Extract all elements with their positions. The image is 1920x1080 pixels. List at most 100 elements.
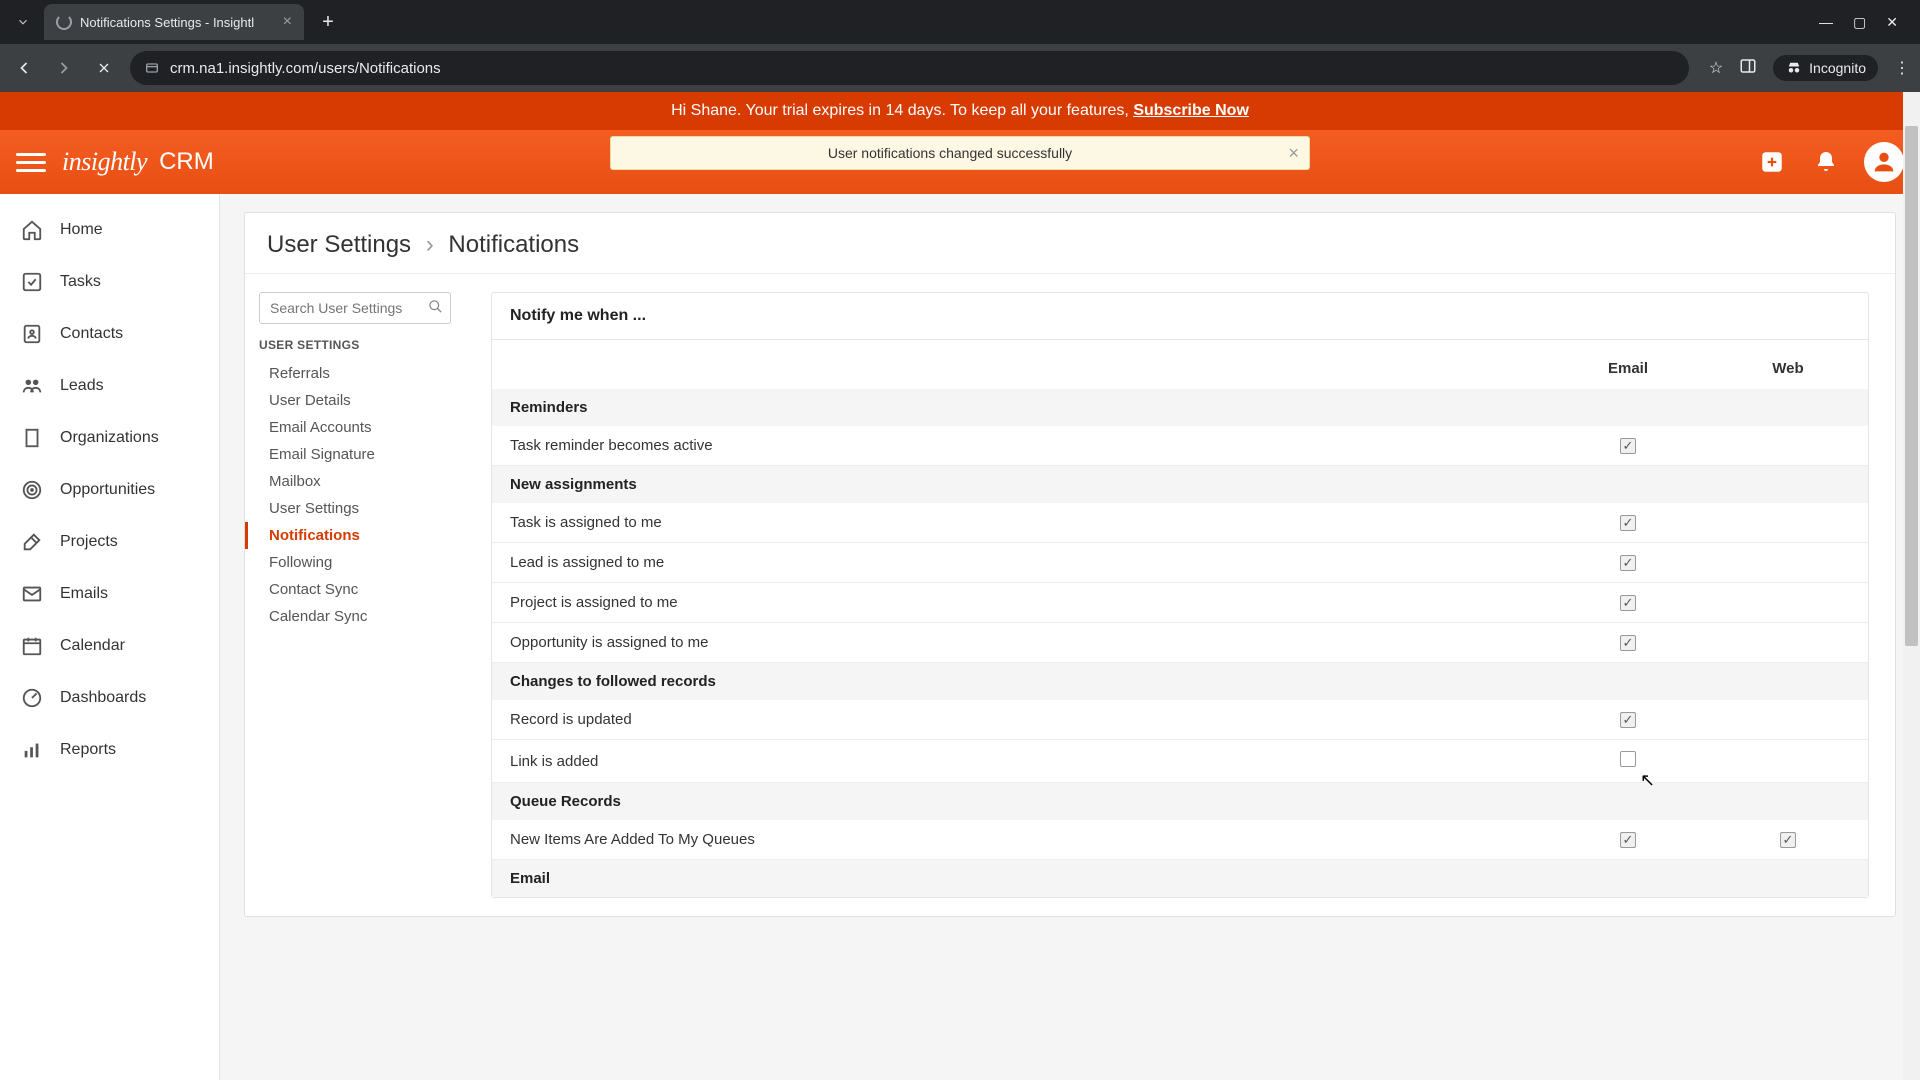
success-toast: User notifications changed successfully … [610,136,1310,170]
section-header: New assignments [492,466,1868,504]
nav-item-dashboards[interactable]: Dashboards [0,672,219,724]
email-checkbox[interactable] [1620,832,1636,848]
nav-item-opportunities[interactable]: Opportunities [0,464,219,516]
incognito-icon [1785,59,1803,77]
stop-reload-button[interactable] [90,54,118,82]
notification-label: New Items Are Added To My Queues [492,820,1548,860]
settings-link-email-signature[interactable]: Email Signature [259,441,451,468]
nav-item-organizations[interactable]: Organizations [0,412,219,464]
site-info-icon[interactable] [144,60,160,76]
settings-search-input[interactable] [259,292,451,324]
search-icon[interactable] [428,299,443,319]
email-checkbox[interactable] [1620,751,1636,767]
contacts-icon [20,322,44,346]
nav-item-reports[interactable]: Reports [0,724,219,776]
leads-icon [20,374,44,398]
nav-item-calendar[interactable]: Calendar [0,620,219,672]
tab-close-icon[interactable]: × [283,13,292,31]
nav-item-tasks[interactable]: Tasks [0,256,219,308]
notification-label: Task reminder becomes active [492,426,1548,466]
calendar-icon [20,634,44,658]
settings-link-referrals[interactable]: Referrals [259,360,451,387]
nav-item-leads[interactable]: Leads [0,360,219,412]
breadcrumb-current: Notifications [448,231,579,258]
notification-row: Link is added [492,740,1868,783]
forward-button[interactable] [50,54,78,82]
email-checkbox[interactable] [1620,515,1636,531]
notification-label: Lead is assigned to me [492,543,1548,583]
breadcrumb: User Settings › Notifications [245,213,1895,274]
new-tab-button[interactable]: + [314,8,342,36]
email-checkbox[interactable] [1620,595,1636,611]
settings-link-notifications[interactable]: Notifications [245,522,451,549]
nav-item-contacts[interactable]: Contacts [0,308,219,360]
notifications-table: Email Web RemindersTask reminder becomes… [492,340,1868,897]
tab-title: Notifications Settings - Insightl [80,15,275,30]
incognito-badge[interactable]: Incognito [1773,55,1878,81]
notification-row: Task is assigned to me [492,503,1868,543]
maximize-button[interactable]: ▢ [1853,14,1866,31]
nav-item-projects[interactable]: Projects [0,516,219,568]
browser-menu-icon[interactable]: ⋮ [1894,58,1910,78]
notification-row: Opportunity is assigned to me [492,623,1868,663]
nav-item-home[interactable]: Home [0,204,219,256]
trial-banner: Hi Shane. Your trial expires in 14 days.… [0,92,1920,130]
page-scrollbar[interactable] [1903,92,1920,1080]
close-window-button[interactable]: ✕ [1886,14,1898,31]
mail-icon [20,582,44,606]
notification-label: Opportunity is assigned to me [492,623,1548,663]
notification-label: Link is added [492,740,1548,783]
settings-link-email-accounts[interactable]: Email Accounts [259,414,451,441]
section-header: Changes to followed records [492,663,1868,701]
settings-link-following[interactable]: Following [259,549,451,576]
web-checkbox[interactable] [1780,832,1796,848]
notification-label: Record is updated [492,700,1548,740]
side-panel-icon[interactable] [1739,57,1757,80]
brand-logo[interactable]: insightly [62,147,147,177]
notification-row: Record is updated [492,700,1868,740]
notification-row: Lead is assigned to me [492,543,1868,583]
email-checkbox[interactable] [1620,635,1636,651]
section-header: Email [492,860,1868,898]
scrollbar-thumb[interactable] [1905,126,1918,646]
chevron-right-icon: › [426,231,434,258]
org-icon [20,426,44,450]
back-button[interactable] [10,54,38,82]
settings-heading: USER SETTINGS [259,338,451,352]
user-avatar[interactable] [1864,142,1904,182]
reports-icon [20,738,44,762]
browser-tab[interactable]: Notifications Settings - Insightl × [44,4,304,40]
target-icon [20,478,44,502]
nav-item-emails[interactable]: Emails [0,568,219,620]
settings-link-contact-sync[interactable]: Contact Sync [259,576,451,603]
bookmark-icon[interactable]: ☆ [1709,58,1723,78]
email-checkbox[interactable] [1620,555,1636,571]
notification-row: Task reminder becomes active [492,426,1868,466]
column-web: Web [1708,340,1868,389]
notifications-bell-icon[interactable] [1810,146,1842,178]
minimize-button[interactable]: — [1819,14,1833,31]
settings-link-user-settings[interactable]: User Settings [259,495,451,522]
add-button[interactable] [1756,146,1788,178]
panel-title: Notify me when ... [492,293,1868,340]
email-checkbox[interactable] [1620,438,1636,454]
address-bar[interactable]: crm.na1.insightly.com/users/Notification… [130,51,1689,85]
breadcrumb-root[interactable]: User Settings [267,231,411,258]
home-icon [20,218,44,242]
primary-nav: HomeTasksContactsLeadsOrganizationsOppor… [0,194,220,1080]
email-checkbox[interactable] [1620,712,1636,728]
settings-link-user-details[interactable]: User Details [259,387,451,414]
column-email: Email [1548,340,1708,389]
toast-close-icon[interactable]: × [1288,143,1299,164]
tasks-icon [20,270,44,294]
product-name: CRM [159,148,214,176]
tab-search-dropdown[interactable] [8,7,38,37]
subscribe-link[interactable]: Subscribe Now [1133,102,1249,119]
menu-toggle-button[interactable] [16,147,46,177]
notification-row: New Items Are Added To My Queues [492,820,1868,860]
hammer-icon [20,530,44,554]
settings-link-mailbox[interactable]: Mailbox [259,468,451,495]
notification-row: Project is assigned to me [492,583,1868,623]
settings-link-calendar-sync[interactable]: Calendar Sync [259,603,451,630]
dash-icon [20,686,44,710]
